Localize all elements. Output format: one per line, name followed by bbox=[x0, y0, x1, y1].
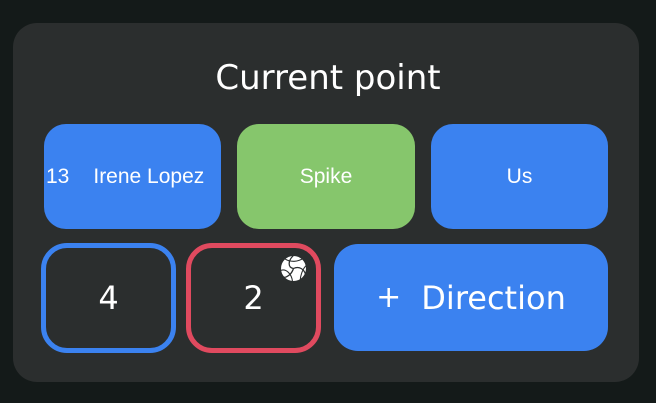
score-them-value: 2 bbox=[243, 279, 264, 317]
direction-label: Direction bbox=[421, 278, 566, 317]
action-label: Spike bbox=[299, 164, 353, 188]
player-button[interactable]: 13 Irene Lopez bbox=[44, 124, 221, 229]
add-direction-button[interactable]: + Direction bbox=[334, 244, 608, 351]
player-number: 13 bbox=[46, 164, 70, 188]
score-us-button[interactable]: 4 bbox=[41, 243, 176, 353]
action-button[interactable]: Spike bbox=[237, 124, 415, 229]
volleyball-icon bbox=[279, 254, 308, 283]
player-name: Irene Lopez bbox=[93, 164, 205, 188]
score-us-value: 4 bbox=[98, 279, 119, 317]
team-button[interactable]: Us bbox=[431, 124, 608, 229]
plus-icon: + bbox=[376, 280, 402, 315]
team-label: Us bbox=[506, 164, 533, 188]
panel-title: Current point bbox=[215, 58, 441, 98]
